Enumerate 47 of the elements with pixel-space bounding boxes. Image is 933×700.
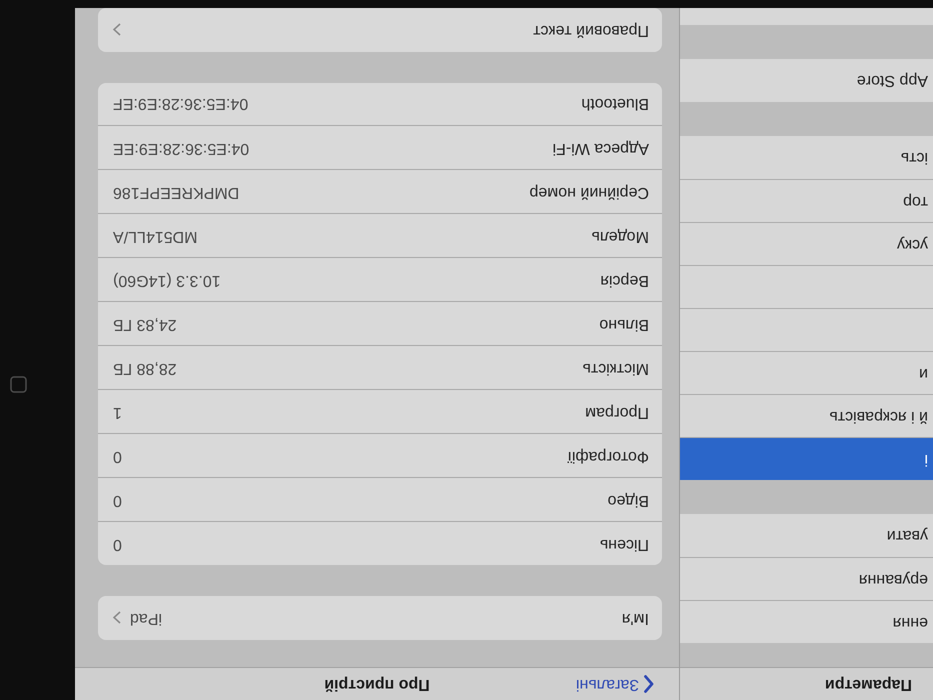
sidebar-item[interactable] <box>680 8 932 25</box>
settings-row[interactable]: Ім'я iPad <box>98 596 662 640</box>
row-label: Фотографії <box>567 446 649 465</box>
sidebar-item[interactable]: й і яскравість <box>680 394 932 437</box>
sidebar-item[interactable]: тор <box>680 179 932 222</box>
rounded-square-icon <box>10 376 27 393</box>
row-value: DMPKREEPF186 <box>113 182 240 201</box>
row-label: Відео <box>608 490 649 509</box>
row-value: MD514LL/A <box>113 226 198 245</box>
row-value: 04:E5:36:28:E9:EE <box>113 138 250 157</box>
row-label: Адреса Wi-Fi <box>552 138 649 157</box>
row-label: Пісень <box>600 534 649 553</box>
back-button[interactable]: Загальні <box>576 675 654 693</box>
row-value: 0 <box>113 446 122 465</box>
row-label: Правовий текст <box>533 20 649 39</box>
row-value: 10.3.3 (14G60) <box>113 270 221 289</box>
row-label: Місткість <box>582 358 649 377</box>
sidebar-item[interactable]: и <box>680 351 932 394</box>
sidebar-item[interactable]: уску <box>680 222 932 265</box>
row-label: Ім'я <box>622 609 649 627</box>
chevron-icon <box>113 23 121 36</box>
row-value: 28,88 ГБ <box>113 358 177 377</box>
sidebar-title: Параметри <box>824 675 912 693</box>
sidebar-item[interactable] <box>680 308 932 351</box>
row-value: 1 <box>113 402 122 421</box>
row-label: Версія <box>600 270 649 289</box>
settings-row[interactable]: Правовий текст <box>98 8 662 52</box>
row-value: 04:E5:36:28:E9:EF <box>113 94 248 112</box>
sidebar-item[interactable] <box>680 265 932 308</box>
sidebar-item[interactable]: ерування <box>680 557 932 600</box>
page-title: Про пристрій <box>324 675 430 693</box>
row-label: Модель <box>592 226 649 245</box>
row-value: 24,83 ГБ <box>113 314 177 333</box>
row-label: Bluetooth <box>581 94 649 112</box>
sidebar-item[interactable]: ість <box>680 136 932 179</box>
row-label: Вільно <box>599 314 649 333</box>
row-label: Програм <box>585 402 649 421</box>
sidebar-item[interactable]: App Store <box>680 59 932 102</box>
row-label: Серійний номер <box>529 182 649 201</box>
sidebar-item[interactable]: увати <box>680 514 932 557</box>
row-value: 0 <box>113 490 122 509</box>
row-value: iPad <box>130 609 162 627</box>
sidebar-item[interactable]: ення <box>680 600 932 643</box>
sidebar-item[interactable]: і <box>680 437 932 480</box>
row-value: 0 <box>113 534 122 553</box>
chevron-icon <box>113 612 121 624</box>
chevron-icon <box>644 675 654 693</box>
